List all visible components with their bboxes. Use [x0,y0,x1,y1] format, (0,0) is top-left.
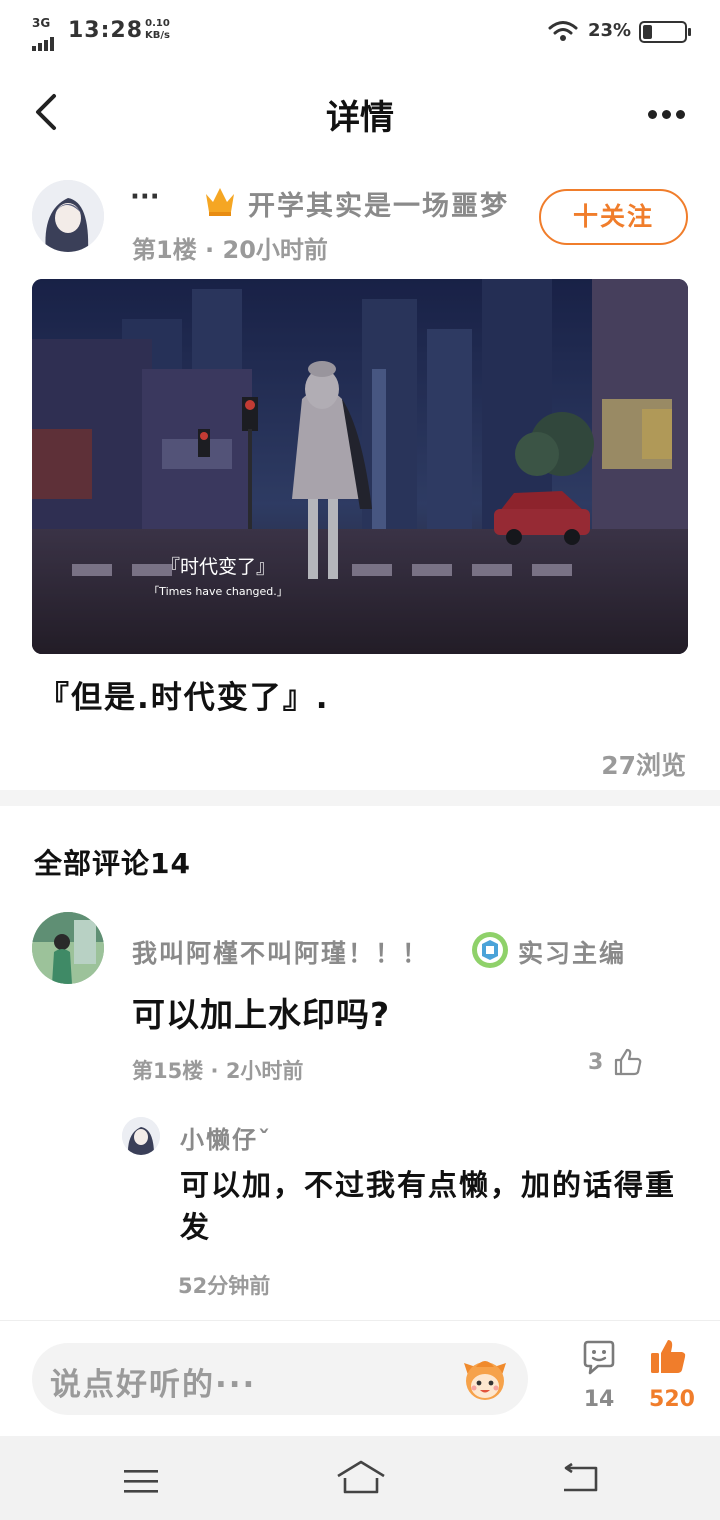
battery-percent: 23% [588,20,632,41]
comment-meta: 第15楼 · 2小时前 [132,1059,304,1083]
wifi-icon [548,21,578,41]
comment-input-placeholder: 说点好听的··· [50,1367,257,1403]
thumb-up-icon[interactable] [648,1337,688,1377]
comment-input[interactable]: 说点好听的··· [32,1343,528,1415]
network-type: 3G [32,16,51,30]
post-text: 『但是.时代变了』. [38,680,330,716]
battery-icon [639,21,691,43]
comment-like-count: 3 [588,1050,604,1075]
comment-text: 可以加上水印吗? [132,995,391,1034]
clock: 13:28 [68,18,144,43]
nav-bar: 详情 [0,64,720,160]
network-speed: 0.10 KB/s [145,18,170,41]
replier-name[interactable]: 小懒仔ˇ [180,1120,272,1155]
group-name[interactable]: 开学其实是一场噩梦 [248,184,509,223]
author-name[interactable]: ··· [130,182,160,212]
emoji-icon[interactable] [462,1353,508,1403]
commenter-name[interactable]: 我叫阿槿不叫阿瑾！！！ [132,934,429,970]
commenter-avatar[interactable] [32,912,104,984]
home-icon[interactable] [336,1460,386,1496]
comment-count: 14 [583,1387,615,1412]
badge-label: 实习主编 [518,939,627,968]
page-title: 详情 [326,98,394,138]
view-count: 27浏览 [601,751,686,780]
system-nav-bar [0,1436,720,1520]
battery-fill [643,25,652,39]
crown-icon [206,188,234,216]
badge-icon [472,932,508,968]
like-count: 520 [649,1387,695,1412]
comments-title: 全部评论14 [34,847,191,880]
post-image[interactable]: 『时代变了』 「Times have changed.」 [32,279,688,654]
replier-avatar[interactable] [122,1117,160,1155]
image-caption-en: 「Times have changed.」 [148,585,288,598]
status-bar: 3G 13:28 0.10 KB/s 23% [0,0,720,64]
author-avatar[interactable] [32,180,104,252]
section-divider [0,790,720,806]
reply-meta: 52分钟前 [178,1274,271,1298]
follow-button[interactable]: 十关注 [539,189,688,245]
comment-icon[interactable] [580,1339,618,1377]
post-meta: 第1楼 · 20小时前 [132,236,328,264]
comment-input-bar: 说点好听的··· 14 520 [0,1320,720,1436]
more-icon[interactable] [648,104,696,119]
menu-icon[interactable] [124,1468,158,1494]
reply-text: 可以加，不过我有点懒，加的话得重发 [180,1168,677,1244]
signal-icon: 3G [32,16,62,51]
thumb-up-icon[interactable] [612,1046,644,1078]
system-back-icon[interactable] [560,1462,600,1494]
image-caption-zh: 『时代变了』 [160,556,275,578]
